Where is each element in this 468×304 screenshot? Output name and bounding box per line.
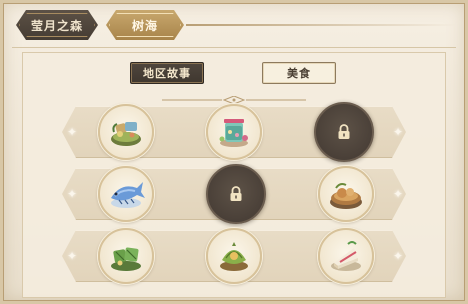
header-rule (186, 24, 456, 26)
herbal-dish-icon (111, 122, 141, 146)
food-item-2-2-locked[interactable] (206, 164, 266, 224)
food-item-1-1[interactable] (98, 104, 154, 160)
header-divider (12, 47, 456, 48)
breadcrumb-area-label: 树海 (131, 18, 158, 33)
food-item-3-3[interactable] (318, 228, 374, 284)
sparkle-icon: ✦ (392, 187, 404, 201)
sparkle-icon: ✦ (66, 187, 78, 201)
sparkle-icon: ✦ (66, 249, 78, 263)
cake-slice-icon (331, 241, 361, 271)
sparkle-icon: ✦ (392, 125, 404, 139)
food-item-2-1[interactable] (98, 166, 154, 222)
tab-region-story-label: 地区故事 (143, 67, 191, 80)
breadcrumb-region-label: 莹月之森 (30, 18, 83, 33)
tab-region-story[interactable]: 地区故事 (130, 62, 204, 84)
bundle-dish-icon (220, 242, 248, 271)
tab-food[interactable]: 美食 (262, 62, 336, 84)
food-item-2-3[interactable] (318, 166, 374, 222)
stew-pot-icon (330, 183, 362, 209)
food-item-1-3-locked[interactable] (314, 102, 374, 162)
food-item-3-1[interactable] (98, 228, 154, 284)
lock-icon (338, 124, 350, 139)
food-item-3-2[interactable] (206, 228, 262, 284)
food-item-1-2[interactable] (206, 104, 262, 160)
breadcrumb-region[interactable]: 莹月之森 (16, 10, 98, 40)
grilled-fish-icon (111, 182, 145, 208)
leaf-wrap-icon (111, 247, 141, 271)
lock-icon (230, 186, 242, 201)
breadcrumb-area[interactable]: 树海 (106, 10, 184, 40)
sparkle-icon: ✦ (66, 125, 78, 139)
sparkle-icon: ✦ (392, 249, 404, 263)
ornament-divider (162, 96, 306, 104)
tab-food-label: 美食 (287, 67, 311, 80)
jar-preserve-icon (219, 119, 248, 147)
